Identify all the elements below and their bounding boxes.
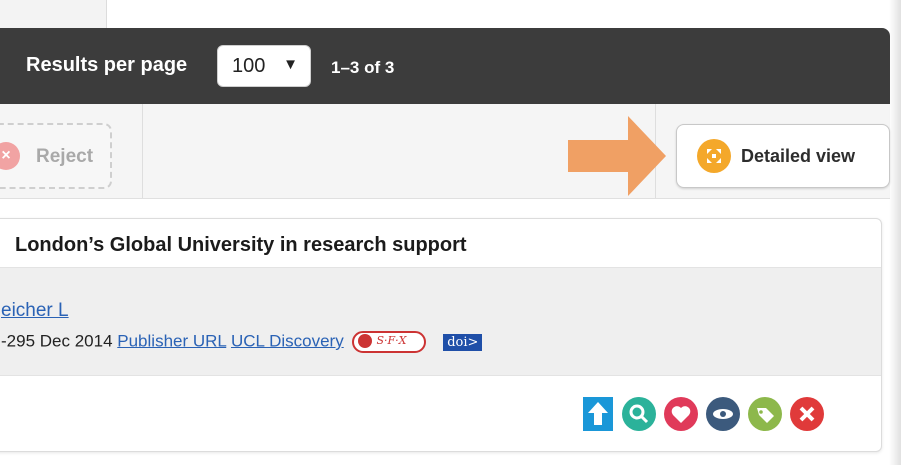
- result-card: London’s Global University in research s…: [0, 218, 882, 452]
- citation-line: -295 Dec 2014 Publisher URL UCL Discover…: [1, 331, 483, 353]
- publisher-url-link[interactable]: Publisher URL: [117, 331, 226, 350]
- results-range: 1–3 of 3: [331, 58, 395, 77]
- window-shadow: [889, 0, 901, 465]
- heart-icon[interactable]: [664, 397, 698, 431]
- sfx-logo: [358, 334, 373, 348]
- ucl-discovery-link[interactable]: UCL Discovery: [231, 331, 344, 350]
- sfx-label: S·F·X: [376, 334, 407, 347]
- results-per-page-label: Results per page: [26, 54, 188, 76]
- results-per-page-value: 100: [232, 55, 266, 77]
- reject-icon: ×: [0, 142, 20, 170]
- reject-label: Reject: [36, 146, 94, 167]
- chevron-down-icon: ▼: [283, 56, 298, 73]
- expand-icon: [697, 139, 731, 173]
- doi-link[interactable]: doi>: [443, 333, 483, 351]
- record-details: eicher L -295 Dec 2014 Publisher URL UCL…: [0, 267, 881, 376]
- citation-prefix: -295 Dec 2014: [1, 331, 113, 351]
- arrow-pointer-icon: [568, 116, 666, 196]
- sfx-link-icon[interactable]: S·F·X: [352, 331, 427, 353]
- page-frame: Results per page 100 ▼ 1–3 of 3 × Reject…: [0, 0, 901, 465]
- results-per-page-select[interactable]: 100 ▼: [217, 45, 311, 87]
- upload-icon[interactable]: [583, 397, 613, 431]
- toolbar-divider: [142, 104, 143, 198]
- reject-button[interactable]: × Reject: [0, 123, 112, 189]
- detailed-view-label: Detailed view: [741, 146, 856, 166]
- tag-icon[interactable]: [748, 397, 782, 431]
- detailed-view-button[interactable]: Detailed view: [676, 124, 890, 188]
- record-title: London’s Global University in research s…: [15, 234, 467, 256]
- record-actions: [583, 397, 872, 433]
- author-link[interactable]: eicher L: [1, 300, 69, 322]
- close-icon[interactable]: [790, 397, 824, 431]
- eye-icon[interactable]: [706, 397, 740, 431]
- left-panel-edge: [0, 0, 107, 28]
- search-icon[interactable]: [622, 397, 656, 431]
